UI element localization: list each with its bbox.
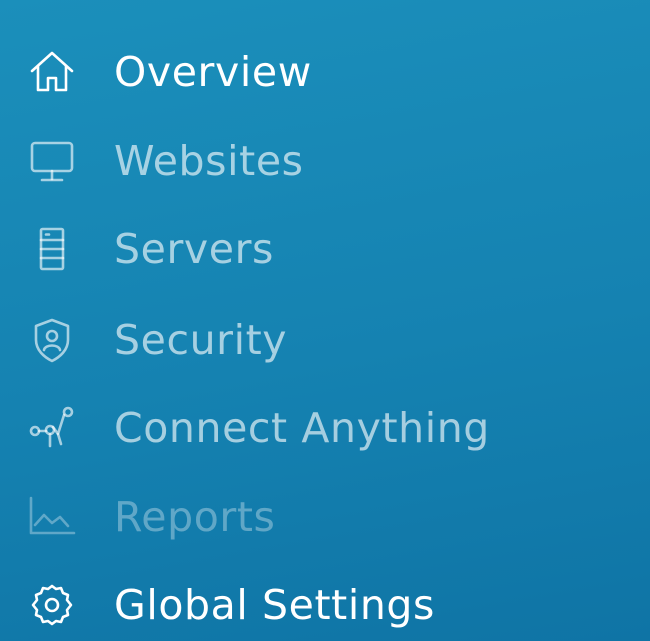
sidebar-item-reports[interactable]: Reports: [0, 481, 650, 553]
home-icon: [24, 48, 80, 96]
sidebar-item-label: Overview: [114, 48, 312, 96]
area-chart-icon: [24, 493, 80, 541]
server-icon: [24, 225, 80, 273]
gear-icon: [24, 581, 80, 629]
sidebar-item-websites[interactable]: Websites: [0, 125, 650, 197]
sidebar-nav: Overview Websites Servers Security Conne…: [0, 0, 650, 641]
connect-nodes-icon: [24, 404, 80, 452]
shield-user-icon: [24, 316, 80, 364]
sidebar-item-security[interactable]: Security: [0, 304, 650, 376]
sidebar-item-label: Global Settings: [114, 581, 435, 629]
sidebar-item-connect-anything[interactable]: Connect Anything: [0, 392, 650, 464]
sidebar-item-label: Reports: [114, 493, 276, 541]
sidebar-item-label: Servers: [114, 225, 275, 273]
sidebar-item-label: Security: [114, 316, 288, 364]
monitor-icon: [24, 137, 80, 185]
sidebar-item-overview[interactable]: Overview: [0, 36, 650, 108]
sidebar-item-label: Connect Anything: [114, 404, 490, 452]
sidebar-item-servers[interactable]: Servers: [0, 213, 650, 285]
sidebar-item-global-settings[interactable]: Global Settings: [0, 569, 650, 641]
sidebar-item-label: Websites: [114, 137, 304, 185]
